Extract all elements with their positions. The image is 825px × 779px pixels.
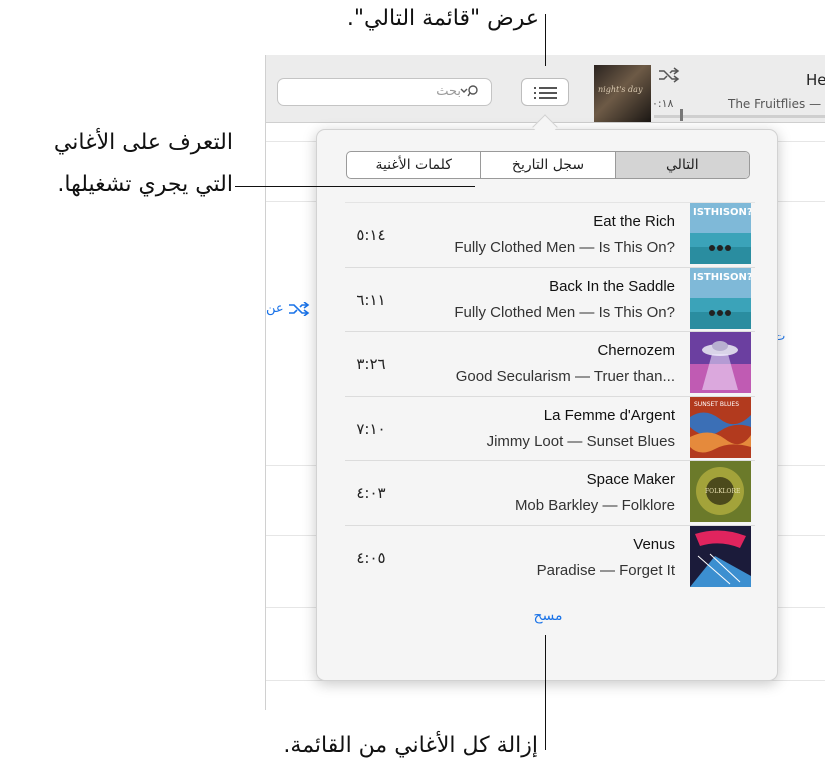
track-title: La Femme d'Argent	[543, 406, 675, 424]
track-artist-album: Fully Clothed Men — Is This On?	[454, 239, 675, 256]
now-playing-title: He	[806, 71, 825, 89]
callout-left-line1: التعرف على الأغاني	[53, 130, 233, 155]
list-item[interactable]: Chernozem Good Secularism — Truer than..…	[345, 331, 755, 396]
track-title: Chernozem	[597, 342, 675, 359]
track-artist-album: Fully Clothed Men — Is This On?	[454, 303, 675, 321]
tab-lyrics[interactable]: كلمات الأغنية	[347, 152, 482, 178]
now-playing-artwork[interactable]: night's day	[594, 65, 651, 122]
list-item[interactable]: FOLKLORE Space Maker Mob Barkley — Folkl…	[345, 460, 755, 525]
list-item[interactable]: Venus Paradise — Forget It ٤:٠٥	[345, 524, 755, 590]
track-duration: ٣:٢٦	[356, 355, 386, 373]
callout-top-leader	[545, 14, 546, 66]
track-duration: ٧:١٠	[356, 419, 386, 438]
track-artist-album: Jimmy Loot — Sunset Blues	[486, 432, 675, 450]
artwork-text: night's day	[598, 85, 643, 94]
track-duration: ٦:١١	[356, 290, 386, 309]
track-artist-album: Paradise — Forget It	[536, 561, 675, 579]
album-artwork	[690, 525, 751, 587]
shuffle-all-link[interactable]: عن	[266, 300, 310, 317]
now-playing-artist: The Fruitflies —	[728, 97, 822, 111]
track-duration: ٤:٠٣	[356, 484, 386, 502]
callout-left-line2: التي يجري تشغيلها.	[57, 172, 233, 197]
up-next-popover: كلمات الأغنية سجل التاريخ التالي ISTHISO…	[316, 129, 778, 681]
svg-text:ISTHISON?: ISTHISON?	[693, 272, 751, 283]
track-title: Venus	[633, 535, 675, 553]
list-icon	[539, 87, 557, 89]
track-title: Back In the Saddle	[549, 277, 675, 295]
album-artwork: ISTHISON?	[690, 267, 751, 329]
callout-left-leader	[235, 186, 475, 187]
track-artist-album: Mob Barkley — Folklore	[514, 497, 675, 514]
clear-button[interactable]: مسح	[317, 608, 779, 624]
callout-bottom-leader	[545, 635, 546, 750]
tab-up-next[interactable]: التالي	[615, 152, 749, 178]
track-duration: ٥:١٤	[356, 226, 386, 244]
list-icon-dot	[534, 92, 536, 94]
shuffle-icon[interactable]	[658, 67, 680, 87]
now-playing-elapsed-time: ٠:١٨	[652, 97, 674, 110]
list-item[interactable]: SUNSET BLUES La Femme d'Argent Jimmy Loo…	[345, 395, 755, 461]
search-magnifier-icon	[460, 85, 478, 97]
shuffle-all-label: عن	[266, 301, 284, 316]
up-next-list: ISTHISON? Eat the Rich Fully Clothed Men…	[345, 202, 755, 589]
tab-history[interactable]: سجل التاريخ	[481, 152, 616, 178]
svg-text:FOLKLORE: FOLKLORE	[705, 488, 740, 495]
up-next-segmented-control: كلمات الأغنية سجل التاريخ التالي	[346, 151, 750, 179]
album-artwork	[690, 332, 751, 393]
up-next-button[interactable]	[521, 78, 569, 106]
search-icon[interactable]	[458, 84, 480, 100]
album-artwork: FOLKLORE	[690, 461, 751, 522]
list-icon-line	[539, 92, 557, 94]
svg-text:ISTHISON?: ISTHISON?	[693, 207, 751, 218]
track-duration: ٤:٠٥	[356, 548, 386, 567]
callout-top: عرض "قائمة التالي".	[346, 6, 539, 31]
list-item[interactable]: ISTHISON? Back In the Saddle Fully Cloth…	[345, 266, 755, 332]
progress-knob[interactable]	[680, 109, 683, 121]
shuffle-icon	[288, 300, 310, 317]
list-icon-dot	[534, 87, 536, 89]
list-item[interactable]: ISTHISON? Eat the Rich Fully Clothed Men…	[345, 202, 755, 267]
track-title: Space Maker	[586, 471, 675, 488]
track-title: Eat the Rich	[593, 213, 675, 230]
svg-text:SUNSET BLUES: SUNSET BLUES	[694, 401, 739, 408]
album-artwork: SUNSET BLUES	[690, 396, 751, 458]
track-artist-album: Good Secularism — Truer than...	[455, 368, 675, 385]
list-icon-line	[539, 97, 557, 99]
list-icon-dot	[534, 97, 536, 99]
callout-bottom: إزالة كل الأغاني من القائمة.	[283, 733, 538, 758]
album-artwork: ISTHISON?	[690, 203, 751, 264]
